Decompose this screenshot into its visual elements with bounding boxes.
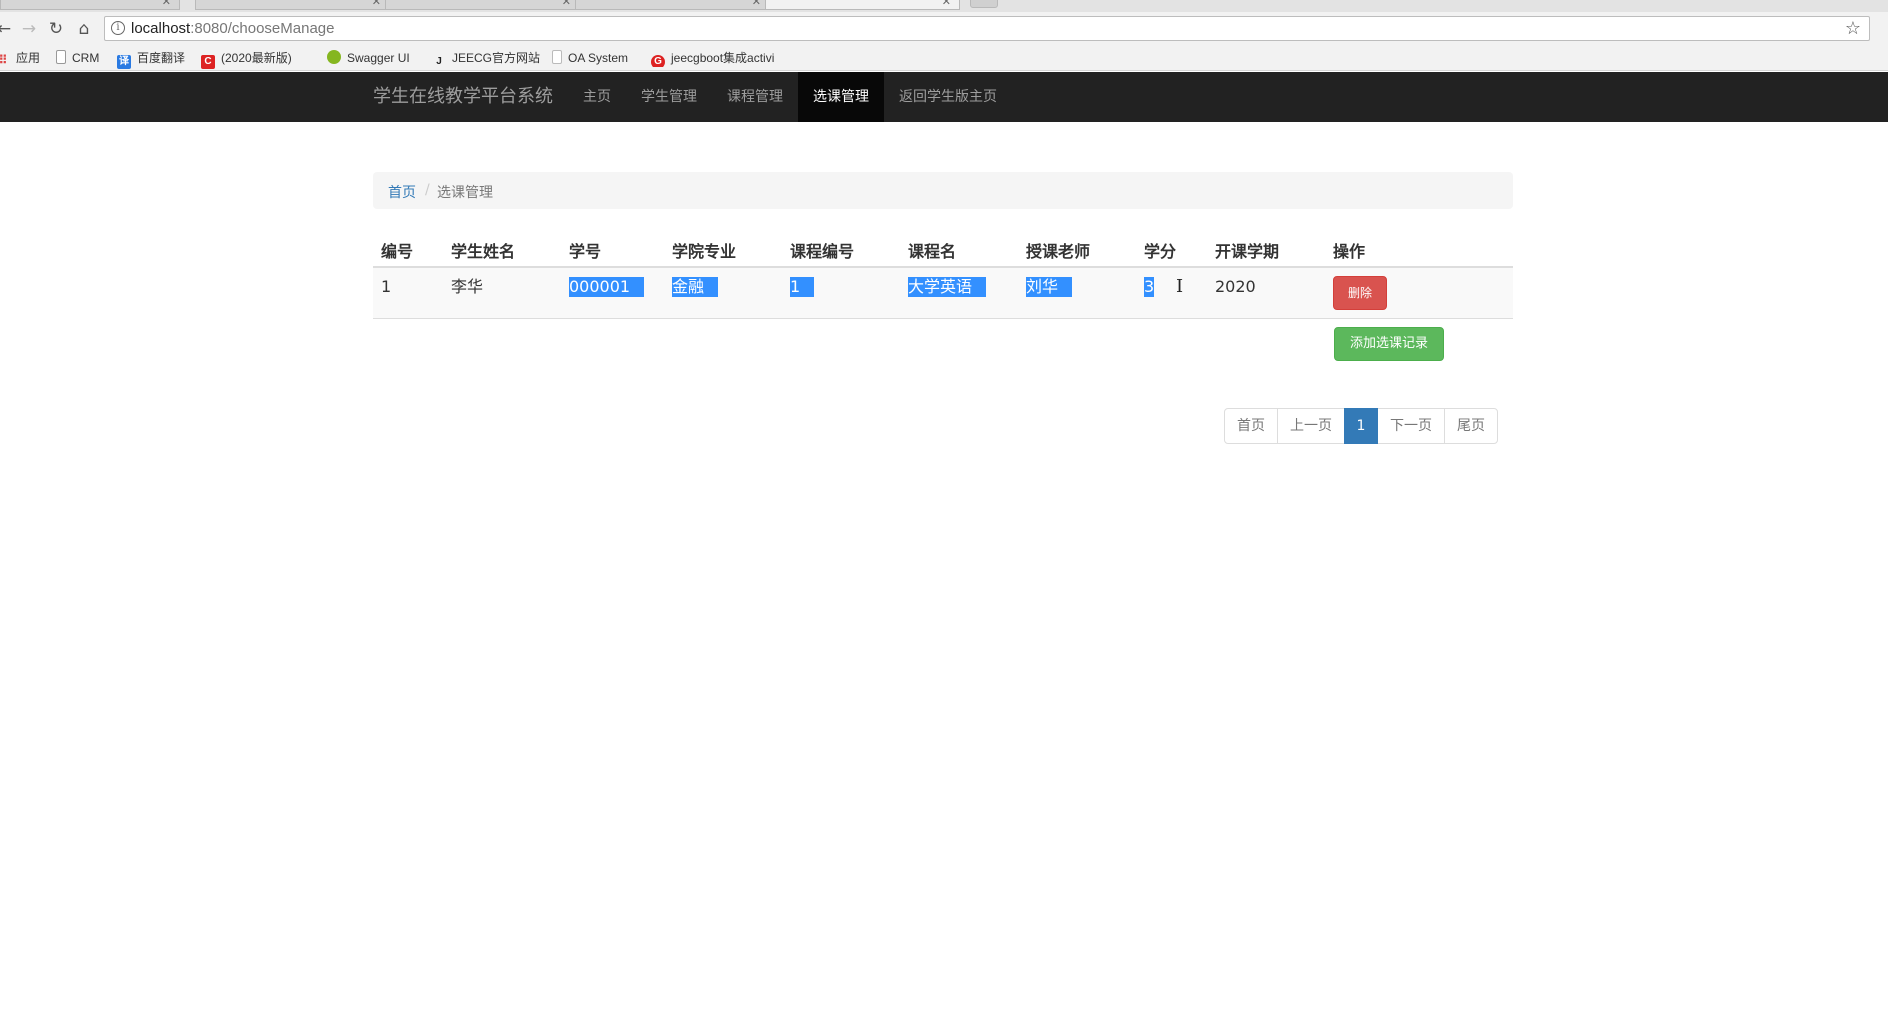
bookmark-jeecg[interactable]: J JEECG官方网站 bbox=[432, 50, 540, 67]
page-current-button[interactable]: 1 bbox=[1344, 408, 1378, 444]
bookmark-jeecgboot[interactable]: Gjeecgboot集成activi bbox=[651, 50, 786, 67]
tab-close-icon[interactable]: ✕ bbox=[372, 0, 381, 7]
page-prev-button[interactable]: 上一页 bbox=[1277, 408, 1345, 444]
cell-course-no: 1 bbox=[790, 277, 815, 297]
page-icon bbox=[56, 50, 66, 64]
browser-tab[interactable]: ✕ bbox=[575, 0, 770, 10]
cell-student-name: 李华 bbox=[451, 277, 484, 296]
page-first-button[interactable]: 首页 bbox=[1224, 408, 1278, 444]
bookmarks-bar: ⠿ 应用 CRM 译百度翻译 C (2020最新版) Swagger UI J JEE… bbox=[0, 46, 1888, 71]
info-icon[interactable]: i bbox=[111, 21, 125, 35]
bookmark-apps[interactable]: ⠿ 应用 bbox=[0, 50, 40, 67]
back-arrow-icon[interactable]: ← bbox=[0, 19, 14, 39]
column-header: 学院专业 bbox=[672, 242, 737, 261]
navbar-brand[interactable]: 学生在线教学平台系统 bbox=[373, 72, 553, 122]
breadcrumb-home-link[interactable]: 首页 bbox=[388, 182, 416, 202]
cell-course-name: 大学英语 bbox=[908, 277, 987, 297]
row-divider bbox=[373, 318, 1513, 319]
column-header: 编号 bbox=[381, 242, 414, 261]
delete-button[interactable]: 删除 bbox=[1333, 276, 1387, 310]
address-bar[interactable]: i localhost:8080/chooseManage ☆ bbox=[104, 16, 1870, 41]
bookmark-crm[interactable]: CRM bbox=[56, 50, 99, 67]
cell-student-no: 000001 bbox=[569, 277, 645, 297]
column-header: 学生姓名 bbox=[451, 242, 516, 261]
browser-tab[interactable]: ✕ bbox=[195, 0, 390, 10]
browser-tab[interactable]: ✕ bbox=[385, 0, 580, 10]
bookmark-baidu-translate[interactable]: 译百度翻译 bbox=[117, 50, 185, 69]
nav-item-back-to-student[interactable]: 返回学生版主页 bbox=[884, 72, 1012, 122]
column-header: 操作 bbox=[1333, 242, 1366, 261]
breadcrumb-separator: / bbox=[425, 182, 430, 198]
browser-tab-strip: ✕ ✕ ✕ ✕ ✕ bbox=[0, 0, 1888, 12]
column-header: 开课学期 bbox=[1215, 242, 1280, 261]
tab-close-icon[interactable]: ✕ bbox=[562, 0, 571, 7]
browser-tab[interactable]: ✕ bbox=[0, 0, 180, 10]
bookmark-2020[interactable]: C (2020最新版) bbox=[201, 50, 292, 69]
page-last-button[interactable]: 尾页 bbox=[1444, 408, 1498, 444]
cell-id: 1 bbox=[381, 277, 392, 296]
add-selection-record-button[interactable]: 添加选课记录 bbox=[1334, 327, 1444, 361]
url-text: localhost:8080/chooseManage bbox=[131, 20, 335, 37]
tab-close-icon[interactable]: ✕ bbox=[162, 0, 171, 7]
bookmark-swagger[interactable]: Swagger UI bbox=[327, 50, 410, 67]
browser-tab-active[interactable]: ✕ bbox=[765, 0, 960, 10]
apps-grid-icon: ⠿ bbox=[0, 53, 8, 67]
nav-item-student-manage[interactable]: 学生管理 bbox=[626, 72, 712, 122]
cell-credit: 3 bbox=[1144, 277, 1155, 297]
text-cursor-icon: I bbox=[1176, 276, 1184, 297]
bookmark-oa-system[interactable]: OA System bbox=[552, 50, 628, 67]
forward-arrow-icon[interactable]: → bbox=[19, 19, 39, 39]
tab-close-icon[interactable]: ✕ bbox=[752, 0, 761, 7]
cell-major: 金融 bbox=[672, 277, 719, 297]
top-navbar: 学生在线教学平台系统 主页 学生管理 课程管理 选课管理 返回学生版主页 bbox=[0, 72, 1888, 122]
tab-close-icon[interactable]: ✕ bbox=[942, 0, 951, 7]
bookmark-star-icon[interactable]: ☆ bbox=[1845, 18, 1861, 39]
breadcrumb-current: 选课管理 bbox=[437, 185, 493, 201]
c-logo-icon: C bbox=[201, 55, 215, 69]
g-logo-icon: G bbox=[651, 55, 665, 67]
column-header: 学分 bbox=[1144, 242, 1177, 261]
nav-item-course-manage[interactable]: 课程管理 bbox=[712, 72, 798, 122]
column-header: 学号 bbox=[569, 242, 602, 261]
swagger-icon bbox=[327, 50, 341, 64]
column-header: 授课老师 bbox=[1026, 242, 1091, 261]
new-tab-button[interactable] bbox=[970, 0, 998, 8]
column-header: 课程名 bbox=[908, 242, 957, 261]
nav-item-home[interactable]: 主页 bbox=[568, 72, 626, 122]
page-icon bbox=[552, 50, 562, 64]
j-logo-icon: J bbox=[436, 56, 442, 67]
page-next-button[interactable]: 下一页 bbox=[1377, 408, 1445, 444]
breadcrumb: 首页 / 选课管理 bbox=[373, 172, 1513, 209]
home-icon[interactable]: ⌂ bbox=[74, 19, 94, 39]
cell-term: 2020 bbox=[1215, 277, 1256, 296]
translate-icon: 译 bbox=[117, 55, 131, 69]
reload-icon[interactable]: ↻ bbox=[46, 19, 66, 39]
browser-toolbar: ← → ↻ ⌂ i localhost:8080/chooseManage ☆ bbox=[0, 12, 1888, 46]
nav-item-course-selection[interactable]: 选课管理 bbox=[798, 72, 884, 122]
column-header: 课程编号 bbox=[790, 242, 855, 261]
cell-teacher: 刘华 bbox=[1026, 277, 1073, 297]
